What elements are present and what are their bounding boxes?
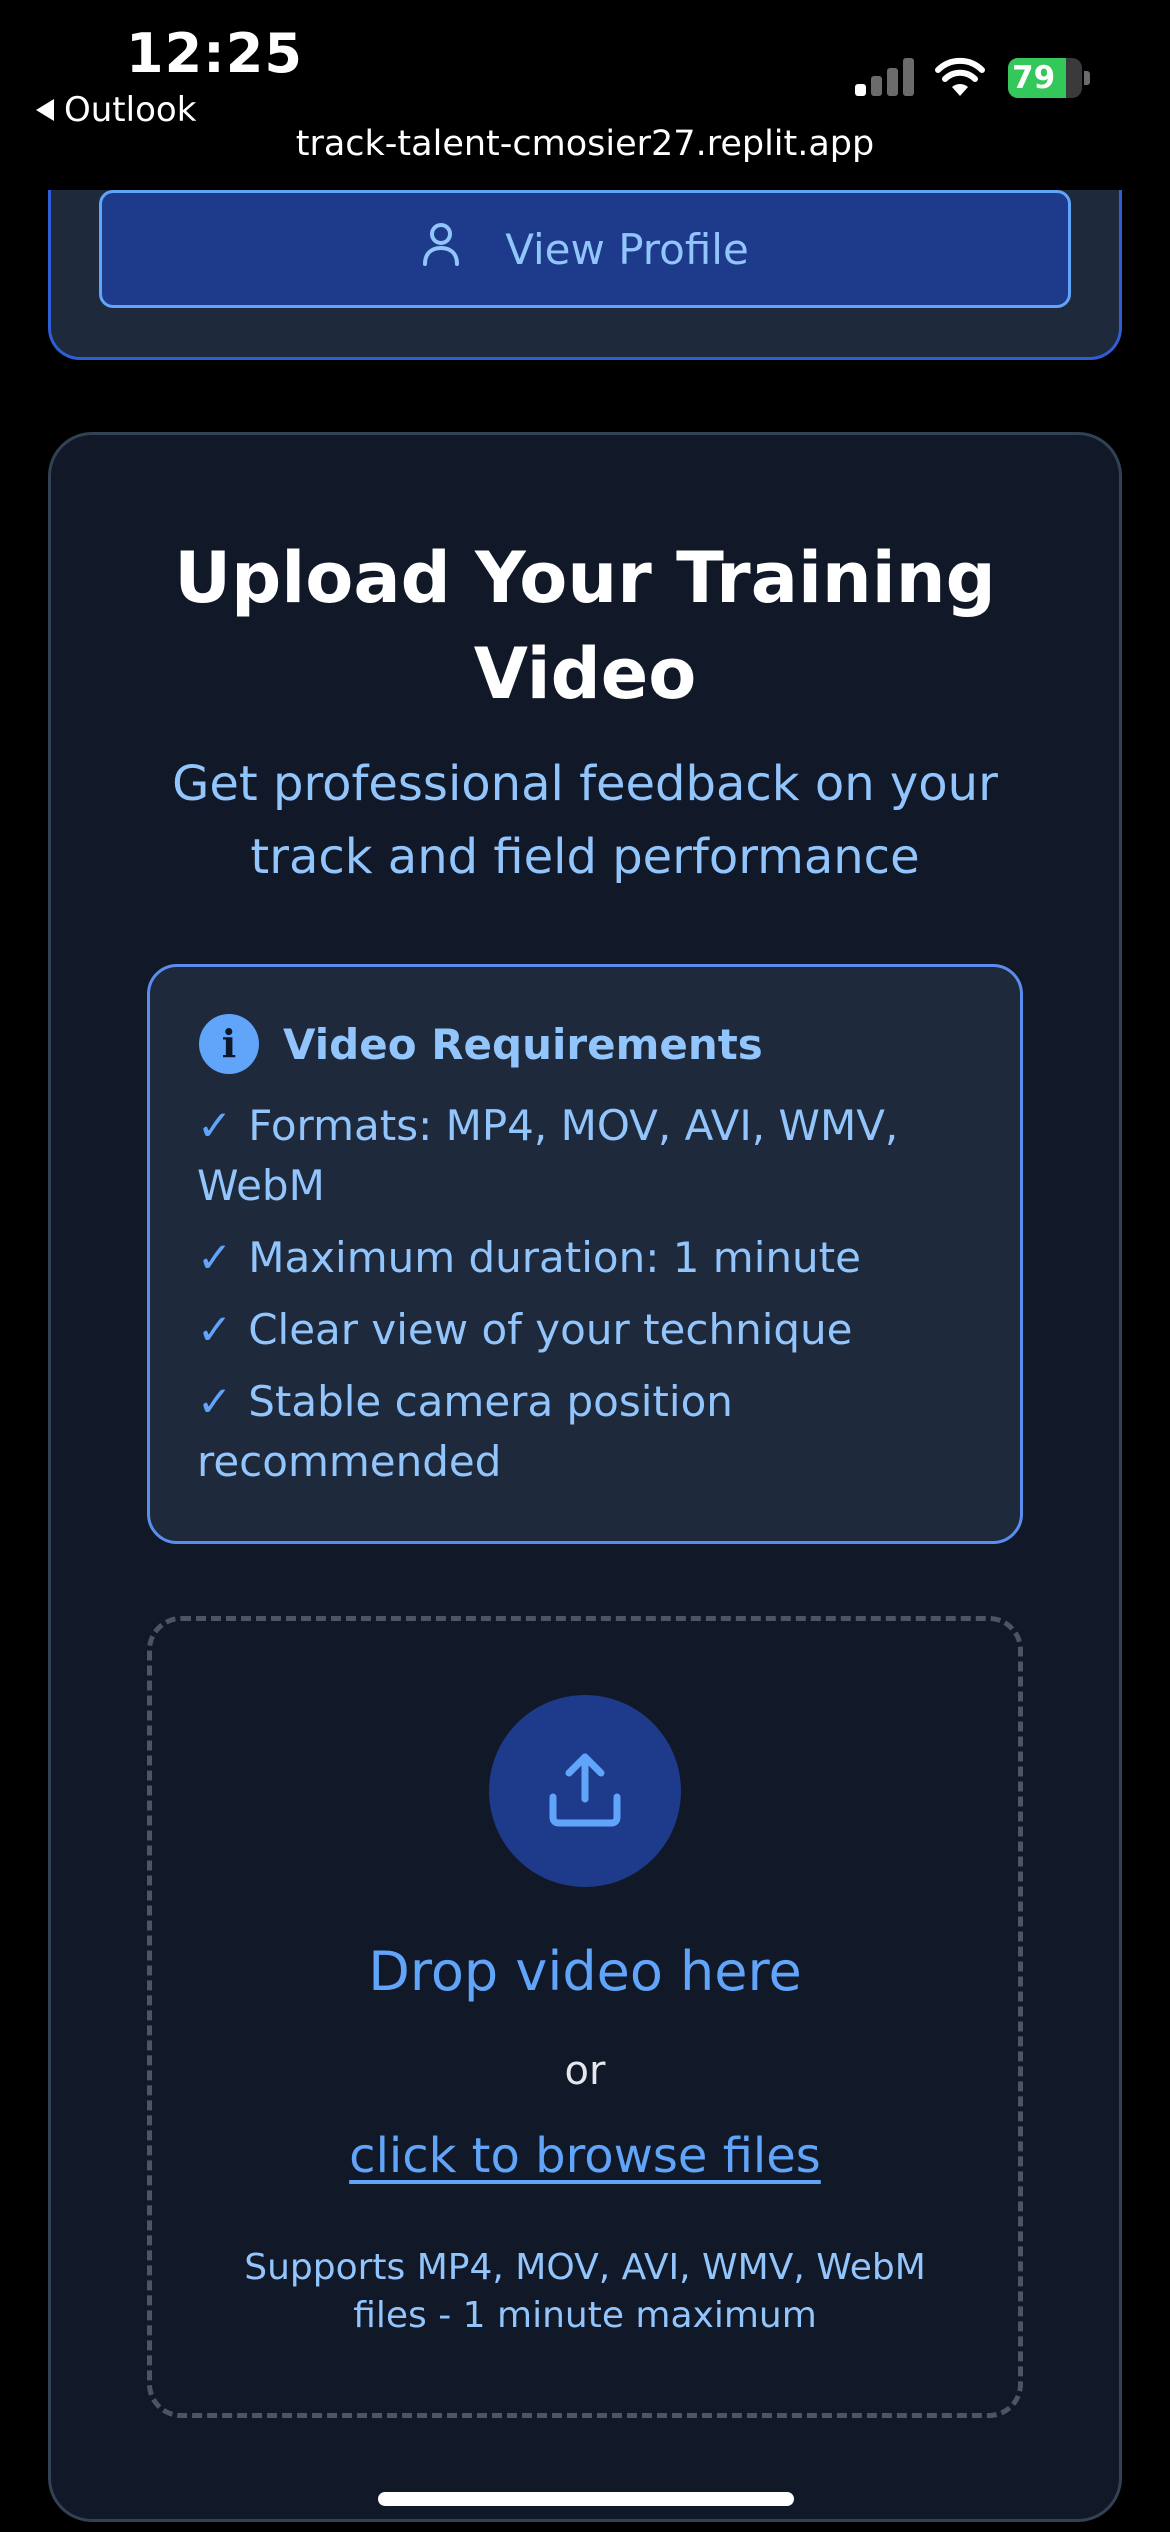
check-icon: ✓ [197,1377,233,1426]
info-icon: i [199,1014,259,1074]
page: View Profile 12:25 Outlook 79 track-tale… [0,0,1170,2532]
back-arrow-icon [36,99,54,121]
check-icon: ✓ [197,1101,233,1150]
clock: 12:25 [126,22,303,85]
drop-video-text: Drop video here [368,1940,802,2003]
battery-percent: 79 [1012,60,1056,96]
page-subtitle: Get professional feedback on your track … [172,756,998,885]
status-bar: 12:25 Outlook 79 track-talent-cmosier27.… [0,0,1170,190]
wifi-icon [935,56,985,98]
home-indicator[interactable] [378,2492,794,2506]
cellular-signal-icon [855,58,915,96]
user-icon [421,220,461,278]
requirements-list: ✓ Formats: MP4, MOV, AVI, WMV, WebM ✓ Maxi… [197,1096,997,1504]
address-bar-url[interactable]: track-talent-cmosier27.replit.app [0,124,1170,164]
requirements-header: i Video Requirements [199,1014,763,1074]
check-icon: ✓ [197,1305,233,1354]
list-item: ✓ Maximum duration: 1 minute [197,1233,861,1282]
view-profile-button[interactable]: View Profile [99,190,1071,308]
or-text: or [564,2048,606,2094]
supported-formats-text: Supports MP4, MOV, AVI, WMV, WebM files … [244,2247,926,2336]
battery-icon: 79 [1008,58,1090,98]
requirements-title: Video Requirements [283,1019,763,1069]
list-item: ✓ Stable camera position recommended [197,1377,733,1486]
upload-icon [543,1747,627,1835]
view-profile-label: View Profile [505,224,749,274]
list-item: ✓ Formats: MP4, MOV, AVI, WMV, WebM [197,1101,899,1210]
page-title: Upload Your Training Video [174,537,996,715]
browse-files-link[interactable]: click to browse files [48,2128,1122,2184]
list-item: ✓ Clear view of your technique [197,1305,853,1354]
check-icon: ✓ [197,1233,233,1282]
upload-button[interactable] [489,1695,681,1887]
